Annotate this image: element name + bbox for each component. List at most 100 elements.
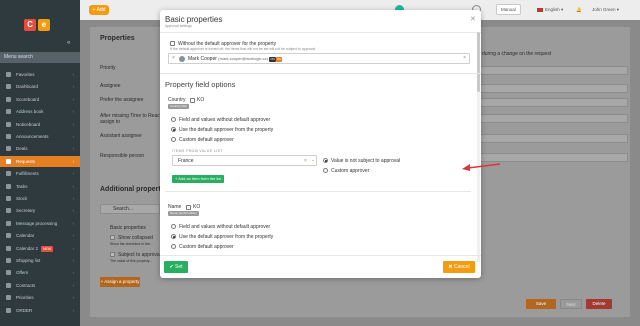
- sidebar-item-label: Contracts: [16, 282, 36, 288]
- chevron-right-icon: ›: [72, 220, 75, 226]
- clear-field-icon[interactable]: ×: [463, 55, 466, 61]
- menu-item-icon: [6, 196, 11, 201]
- bell-icon[interactable]: 🔔: [576, 4, 582, 15]
- properties-search-input[interactable]: Search...: [100, 204, 160, 214]
- chevron-down-icon[interactable]: ⌄: [311, 157, 315, 163]
- menu-search-input[interactable]: Menu search: [0, 52, 80, 63]
- subject-to-approval-checkbox[interactable]: [110, 252, 115, 257]
- subject-to-approval-label: Subject to approval: [118, 252, 161, 258]
- chevron-right-icon: ›: [72, 121, 75, 127]
- name-custom-default-radio[interactable]: [171, 244, 176, 249]
- language-label: English: [545, 7, 560, 12]
- page-delete-button[interactable]: Delete: [586, 299, 612, 309]
- sidebar-item[interactable]: Address book ›: [0, 106, 80, 117]
- annotation-arrow: [462, 163, 501, 171]
- custom-approver-radio[interactable]: [323, 168, 328, 173]
- assign-property-button[interactable]: + Assign a property: [100, 277, 140, 287]
- value-not-subject-label: Value is not subject to approval: [331, 158, 401, 164]
- country-value-select[interactable]: France × ⌄: [172, 155, 317, 166]
- menu-item-icon: [6, 233, 11, 239]
- approver-name: Mark Cooper: [188, 56, 217, 62]
- page-next-button[interactable]: Next: [560, 299, 582, 309]
- chevron-right-icon: ›: [72, 134, 75, 139]
- country-field-no-default-radio[interactable]: [171, 117, 176, 122]
- modal-scrollbar[interactable]: [477, 32, 480, 262]
- user-label: John Green: [592, 7, 616, 12]
- sidebar-item[interactable]: Calendar ›: [0, 230, 80, 241]
- responsible-field[interactable]: [480, 153, 628, 162]
- sidebar-item-label: Announcements: [16, 134, 49, 139]
- priority-field[interactable]: [480, 66, 628, 75]
- name-use-default-radio[interactable]: [171, 234, 176, 239]
- add-button[interactable]: + Add: [89, 5, 109, 15]
- menu-item-icon: [6, 270, 11, 276]
- sidebar-item-label: Message processing: [16, 220, 58, 226]
- value-not-subject-radio[interactable]: [323, 158, 328, 163]
- chevron-right-icon: ›: [72, 183, 75, 189]
- sidebar-item-label: Secretary: [16, 208, 36, 214]
- app-logo[interactable]: C e: [24, 19, 50, 31]
- sidebar: C e « Menu search Favorites › Dashboard › Sc…: [0, 0, 80, 326]
- prefer-field[interactable]: [480, 98, 628, 107]
- field-label-assistant: Assistant assignee: [100, 133, 142, 139]
- user-menu[interactable]: John Green ▾: [592, 4, 619, 15]
- name-ko-label: KO: [193, 204, 201, 210]
- sidebar-item[interactable]: Stock ›: [0, 193, 80, 204]
- clear-select-icon[interactable]: ×: [304, 158, 307, 164]
- missing-time-field[interactable]: [480, 114, 628, 123]
- logo-letter-2: e: [38, 19, 50, 31]
- default-approver-field[interactable]: × Mark Cooper (mark.cooper@incelogic.cz)…: [168, 53, 470, 64]
- country-label: Country: [168, 97, 186, 103]
- remove-approver-icon[interactable]: ×: [172, 55, 175, 61]
- sidebar-item[interactable]: ORDER ›: [0, 305, 80, 316]
- country-ko-checkbox[interactable]: [190, 98, 195, 103]
- collapse-sidebar-icon[interactable]: «: [67, 40, 70, 46]
- sidebar-item[interactable]: Tasks ›: [0, 181, 80, 192]
- sidebar-item[interactable]: Deals ›: [0, 143, 80, 154]
- chevron-right-icon: ›: [72, 171, 75, 177]
- set-button[interactable]: ✔ Set: [164, 261, 188, 273]
- custom-approver-label: Custom approver: [331, 168, 370, 174]
- language-selector[interactable]: English ▾: [537, 4, 563, 15]
- manual-button[interactable]: Manual: [496, 4, 521, 15]
- sidebar-item[interactable]: Shipping list ›: [0, 255, 80, 266]
- show-collapsed-checkbox[interactable]: [110, 235, 115, 240]
- sidebar-item-label: Calendar 2: [16, 245, 39, 251]
- sidebar-item[interactable]: Offers ›: [0, 267, 80, 278]
- sidebar-item[interactable]: Priorities ›: [0, 292, 80, 303]
- page-save-button[interactable]: Save: [526, 299, 556, 309]
- name-ko-checkbox[interactable]: [186, 205, 191, 210]
- cancel-button[interactable]: ✖ Cancel: [443, 261, 475, 273]
- assignee-field[interactable]: [480, 84, 628, 93]
- country-use-default-radio[interactable]: [171, 127, 176, 132]
- name-field-no-default-radio[interactable]: [171, 224, 176, 229]
- divider: [165, 191, 471, 192]
- sidebar-item[interactable]: Noticeboard ›: [0, 119, 80, 130]
- menu-item-icon: [6, 109, 11, 115]
- basic-properties-label: Basic properties: [110, 225, 146, 231]
- chevron-right-icon: ›: [72, 109, 75, 115]
- scrollbar-thumb[interactable]: [477, 32, 480, 92]
- assistant-field[interactable]: [480, 134, 628, 143]
- sidebar-item[interactable]: Announcements ›: [0, 131, 80, 142]
- divider: [160, 73, 481, 74]
- modal-title: Basic properties: [165, 15, 223, 24]
- approver-name-wrap: Mark Cooper (mark.cooper@incelogic.cz) O…: [188, 56, 283, 62]
- sidebar-item[interactable]: Contracts ›: [0, 280, 80, 291]
- field-label-priority: Priority: [100, 65, 116, 71]
- sidebar-item[interactable]: Scoreboard ›: [0, 94, 80, 105]
- add-item-from-list-button[interactable]: + Add an item from the list: [172, 175, 225, 183]
- sidebar-item[interactable]: Fulfillments ›: [0, 168, 80, 179]
- close-icon[interactable]: ✕: [470, 15, 476, 23]
- sidebar-item[interactable]: Requests ›: [0, 155, 80, 167]
- sidebar-item[interactable]: Message processing ›: [0, 218, 80, 229]
- without-default-approver-checkbox[interactable]: [170, 41, 175, 46]
- sidebar-item-label: Deals: [16, 146, 28, 152]
- sidebar-item[interactable]: Favorites ›: [0, 69, 80, 80]
- sidebar-item[interactable]: Calendar 2 NEW ›: [0, 243, 80, 254]
- sidebar-item[interactable]: Dashboard ›: [0, 81, 80, 92]
- sidebar-item[interactable]: Secretary ›: [0, 205, 80, 216]
- field-label-responsible: Responsible person: [100, 153, 145, 159]
- cancel-label: Cancel: [454, 264, 470, 270]
- country-custom-default-radio[interactable]: [171, 137, 176, 142]
